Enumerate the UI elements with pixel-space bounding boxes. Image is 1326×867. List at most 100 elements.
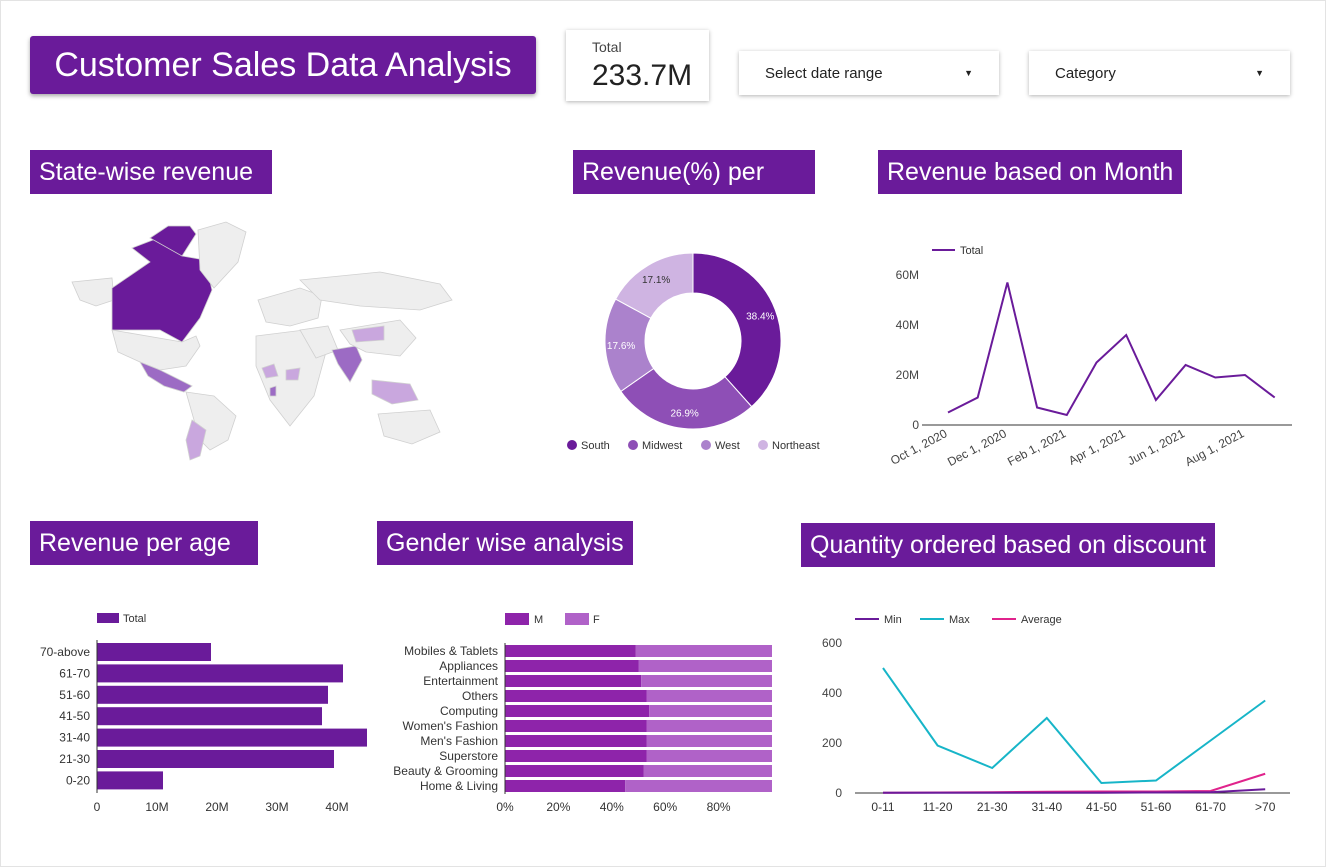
series-line-average <box>882 772 1266 794</box>
x-tick-label: 30M <box>265 800 288 814</box>
x-tick-label: Dec 1, 2020 <box>945 426 1009 469</box>
pie-slice-label: 17.1% <box>642 275 670 286</box>
y-category-label: 41-50 <box>59 709 90 723</box>
pie-slice-label: 17.6% <box>607 341 635 352</box>
pie-slice-label: 38.4% <box>746 311 774 322</box>
x-tick-label: Apr 1, 2021 <box>1066 426 1128 468</box>
bar-m <box>505 750 647 762</box>
bar-m <box>505 675 642 687</box>
x-tick-label: 20M <box>205 800 228 814</box>
bar-m <box>505 690 647 702</box>
legend-swatch <box>701 440 711 450</box>
legend-swatch <box>758 440 768 450</box>
discount-chart: 0 200 400 600 0-11 11-20 21-30 31-40 41-50 51-60 6… <box>822 614 1290 814</box>
bar-31-40 <box>97 728 367 747</box>
bar-f <box>625 780 772 792</box>
y-category-label: 0-20 <box>66 773 90 787</box>
map-se-asia <box>371 379 419 405</box>
y-tick-label: 0 <box>835 786 842 800</box>
y-tick-label: 0 <box>912 418 919 432</box>
legend-swatch <box>97 613 119 623</box>
map-canada <box>111 237 213 343</box>
y-tick-label: 400 <box>822 686 842 700</box>
x-tick-label: 61-70 <box>1195 800 1226 814</box>
map-australia <box>377 409 441 445</box>
bar-61-70 <box>97 664 343 683</box>
map-russia <box>299 271 453 311</box>
series-line-max <box>882 667 1266 785</box>
x-tick-label: Feb 1, 2021 <box>1005 426 1068 469</box>
y-category-label: Superstore <box>439 749 498 763</box>
legend-label: Max <box>949 614 970 626</box>
x-tick-label: 60% <box>653 800 677 814</box>
bar-f <box>638 660 772 672</box>
bar-f <box>641 675 772 687</box>
bar-f <box>635 645 772 657</box>
bar-0-20 <box>97 771 163 790</box>
x-tick-label: Jun 1, 2021 <box>1125 426 1187 468</box>
bar-f <box>646 735 772 747</box>
legend-label: Min <box>884 614 902 626</box>
bar-m <box>505 705 650 717</box>
x-tick-label: 80% <box>707 800 731 814</box>
legend-label: Midwest <box>642 440 682 452</box>
legend-label: Total <box>960 245 983 257</box>
legend-label: Northeast <box>772 440 820 452</box>
y-category-label: Computing <box>440 704 498 718</box>
bar-f <box>643 765 772 777</box>
y-tick-label: 20M <box>896 368 919 382</box>
monthly-revenue-chart: 0 20M 40M 60M Oct 1, 2020Dec 1, 2020Feb 1, 2… <box>888 245 1292 469</box>
y-category-label: Entertainment <box>423 674 498 688</box>
y-category-label: 70-above <box>40 645 90 659</box>
bar-51-60 <box>97 685 328 704</box>
legend-label: Average <box>1021 614 1062 626</box>
y-tick-label: 40M <box>896 318 919 332</box>
y-category-label: Women's Fashion <box>403 719 498 733</box>
bar-f <box>646 750 772 762</box>
legend-swatch <box>565 613 589 625</box>
bar-m <box>505 645 636 657</box>
y-category-label: Home & Living <box>420 779 498 793</box>
bar-m <box>505 780 626 792</box>
age-revenue-chart: 70-above 61-70 51-60 41-50 31-40 21-30 0-20 0 10… <box>40 613 367 814</box>
x-tick-label: 40M <box>325 800 348 814</box>
legend-label: Total <box>123 613 146 625</box>
bar-f <box>649 705 772 717</box>
x-tick-label: Oct 1, 2020 <box>888 426 950 468</box>
bar-m <box>505 765 644 777</box>
bar-f <box>646 720 772 732</box>
world-map <box>71 221 453 461</box>
x-tick-label: 10M <box>145 800 168 814</box>
y-tick-label: 60M <box>896 268 919 282</box>
charts-canvas: 38.4% 26.9% 17.6% 17.1% South Midwest West Nort… <box>40 221 1292 814</box>
x-tick-label: 0% <box>496 800 514 814</box>
map-europe <box>257 287 323 327</box>
y-category-label: 61-70 <box>59 666 90 680</box>
map-africa-highlight-2 <box>285 367 301 381</box>
legend-label: M <box>534 614 543 626</box>
legend-swatch <box>505 613 529 625</box>
legend-label: F <box>593 614 600 626</box>
legend-label: West <box>715 440 740 452</box>
bar-m <box>505 660 639 672</box>
y-tick-label: 200 <box>822 736 842 750</box>
x-tick-label: 20% <box>546 800 570 814</box>
bar-41-50 <box>97 707 322 726</box>
map-india <box>331 345 363 383</box>
y-category-label: Men's Fashion <box>420 734 498 748</box>
legend-label: South <box>581 440 610 452</box>
y-category-label: Others <box>462 689 498 703</box>
pie-slice-label: 26.9% <box>670 409 698 420</box>
map-alaska <box>71 277 115 307</box>
x-tick-label: 0-11 <box>871 800 894 814</box>
y-tick-label: 600 <box>822 636 842 650</box>
legend-swatch <box>567 440 577 450</box>
x-tick-label: 51-60 <box>1141 800 1172 814</box>
x-tick-label: Aug 1, 2021 <box>1183 426 1247 469</box>
y-category-label: Appliances <box>439 659 498 673</box>
x-tick-label: 11-20 <box>923 800 953 814</box>
bar-m <box>505 720 647 732</box>
bar-m <box>505 735 647 747</box>
x-tick-label: 0 <box>94 800 101 814</box>
gender-chart: Mobiles & TabletsAppliancesEntertainment… <box>393 613 772 814</box>
